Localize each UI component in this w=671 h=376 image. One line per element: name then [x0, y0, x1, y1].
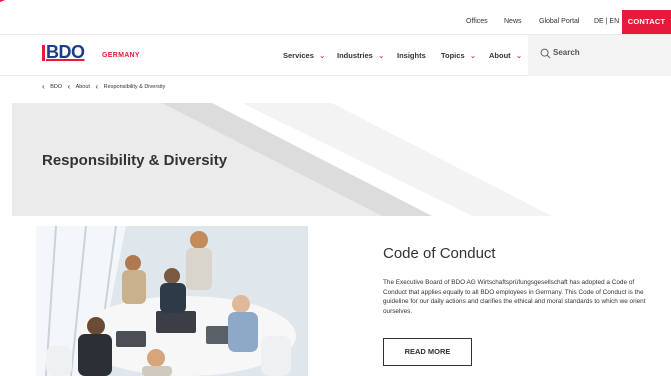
logo-text: BDO: [46, 42, 85, 62]
section-body: The Executive Board of BDO AG Wirtschaft…: [383, 279, 646, 315]
breadcrumb-current: Responsibility & Diversity: [103, 83, 166, 90]
nav-topics[interactable]: Topics ⌄: [441, 48, 476, 64]
breadcrumb-about[interactable]: About: [76, 84, 90, 90]
contact-button[interactable]: CONTACT: [622, 10, 671, 34]
breadcrumb-bdo[interactable]: BDO: [50, 84, 62, 90]
nav-about[interactable]: About ⌄: [489, 48, 522, 64]
main-header: BDO GERMANY Services ⌄ Industries ⌄ Insigh…: [0, 34, 671, 76]
breadcrumb: ‹ BDO ‹ About ‹ Responsibility & Diversi…: [42, 82, 165, 96]
team-meeting-illustration: [36, 226, 308, 376]
chevron-left-icon: ‹: [95, 82, 99, 91]
read-more-button[interactable]: READ MORE: [383, 338, 472, 366]
nav-services[interactable]: Services ⌄: [283, 48, 326, 64]
page-title: Responsibility & Diversity: [42, 152, 228, 169]
nav-industries[interactable]: Industries ⌄: [337, 48, 385, 64]
nav-insights-label: Insights: [397, 51, 426, 60]
search-label: Search: [553, 48, 580, 57]
logo-bar: [42, 45, 45, 61]
language-switch[interactable]: DE | EN: [594, 10, 619, 34]
chevron-left-icon: ‹: [42, 82, 45, 91]
global-portal-link[interactable]: Global Portal: [539, 10, 579, 34]
country-label: GERMANY: [102, 52, 140, 59]
utility-bar: Offices News Global Portal DE | EN: [0, 10, 671, 34]
nav-services-label: Services: [283, 51, 314, 60]
chevron-down-icon: ⌄: [377, 51, 385, 60]
nav-topics-label: Topics: [441, 51, 465, 60]
chevron-down-icon: ⌄: [469, 51, 477, 60]
search-icon: [540, 48, 551, 59]
nav-industries-label: Industries: [337, 51, 373, 60]
chevron-down-icon: ⌄: [515, 51, 523, 60]
news-link[interactable]: News: [504, 10, 522, 34]
search-box[interactable]: Search: [528, 35, 671, 76]
nav-about-label: About: [489, 51, 511, 60]
section-title: Code of Conduct: [383, 245, 496, 262]
chevron-down-icon: ⌄: [318, 51, 326, 60]
team-meeting-photo: [36, 226, 308, 376]
corner-ribbon: [0, 0, 24, 10]
offices-link[interactable]: Offices: [466, 10, 488, 34]
nav-insights[interactable]: Insights: [397, 48, 426, 64]
chevron-left-icon: ‹: [67, 82, 71, 91]
